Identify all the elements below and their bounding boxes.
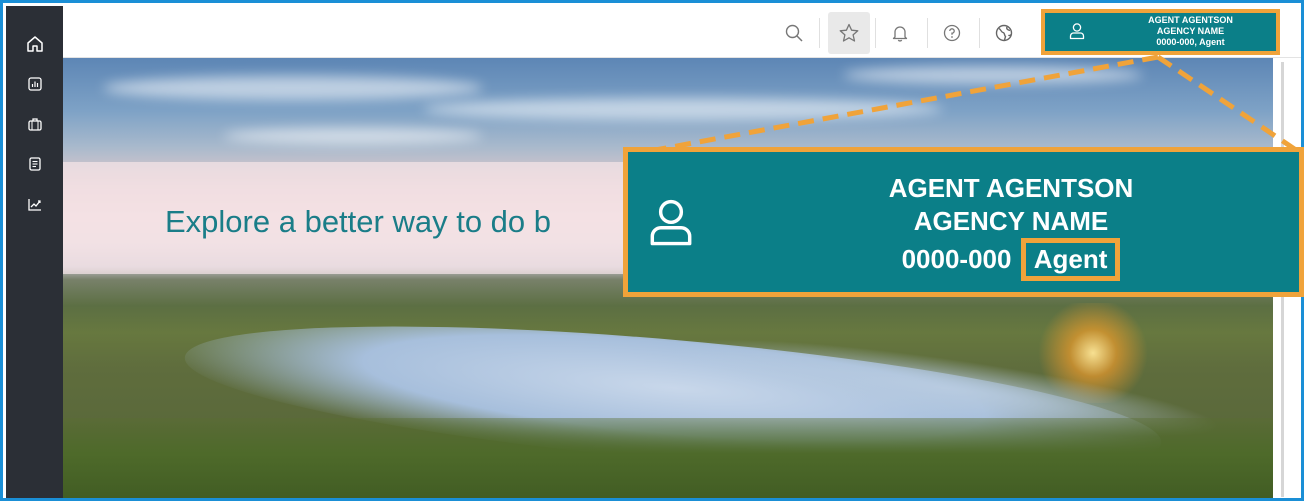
analytics-icon[interactable] bbox=[15, 184, 55, 224]
user-icon bbox=[1069, 22, 1085, 45]
globe-icon[interactable] bbox=[983, 12, 1025, 54]
agency-name: AGENCY NAME bbox=[913, 206, 1109, 236]
cloud bbox=[103, 76, 483, 100]
hero-title: Explore a better way to do b bbox=[165, 204, 552, 239]
profile-callout-info: AGENT AGENTSON AGENCY NAME 0000-000 Agen… bbox=[723, 172, 1299, 281]
agent-code-role: 0000-000 Agent bbox=[902, 238, 1121, 281]
user-profile-info: AGENT AGENTSON AGENCY NAME 0000-000, Age… bbox=[1109, 15, 1272, 48]
bell-icon[interactable] bbox=[879, 12, 921, 54]
briefcase-icon[interactable] bbox=[15, 104, 55, 144]
user-profile-button[interactable]: AGENT AGENTSON AGENCY NAME 0000-000, Age… bbox=[1041, 9, 1280, 55]
left-sidebar bbox=[6, 6, 63, 498]
star-icon[interactable] bbox=[828, 12, 870, 54]
document-icon[interactable] bbox=[15, 144, 55, 184]
user-icon bbox=[648, 196, 694, 253]
agent-name: AGENT AGENTSON bbox=[888, 173, 1134, 203]
agency-name: AGENCY NAME bbox=[1156, 26, 1225, 36]
agent-name: AGENT AGENTSON bbox=[1148, 15, 1233, 25]
help-icon[interactable] bbox=[931, 12, 973, 54]
cloud bbox=[843, 66, 1143, 84]
divider bbox=[927, 18, 928, 48]
search-icon[interactable] bbox=[773, 12, 815, 54]
agent-role-highlight: Agent bbox=[1020, 238, 1121, 281]
profile-callout: AGENT AGENTSON AGENCY NAME 0000-000 Agen… bbox=[623, 147, 1304, 297]
divider bbox=[979, 18, 980, 48]
cloud bbox=[223, 128, 483, 144]
divider bbox=[819, 18, 820, 48]
marsh-grass bbox=[63, 418, 1273, 498]
home-icon[interactable] bbox=[15, 24, 55, 64]
agent-code: 0000-000 bbox=[901, 244, 1012, 274]
reports-icon[interactable] bbox=[15, 64, 55, 104]
cloud bbox=[423, 98, 943, 120]
agent-code-role: 0000-000, Agent bbox=[1156, 37, 1225, 47]
divider bbox=[875, 18, 876, 48]
